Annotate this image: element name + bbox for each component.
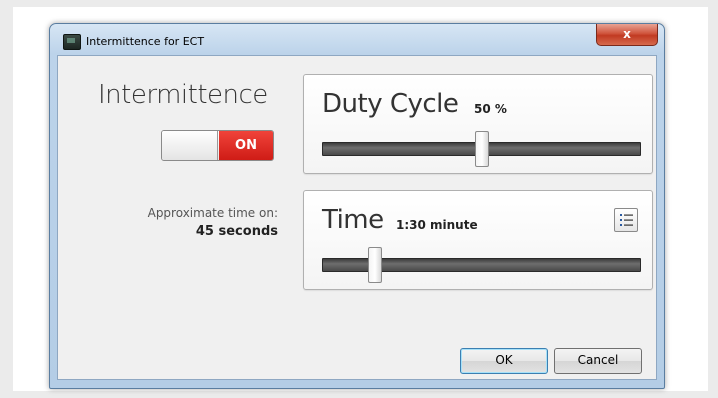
app-icon [63,34,81,50]
duty-cycle-title: Duty Cycle [322,89,459,119]
list-button[interactable] [614,208,638,232]
duty-cycle-value: 50 % [474,102,507,116]
title-bar: Intermittence for ECT x [50,24,664,54]
intermittence-label: Intermittence [98,80,268,110]
list-icon [620,214,633,226]
close-button[interactable]: x [596,24,658,46]
toggle-on-label: ON [219,131,273,160]
duty-cycle-slider-thumb[interactable] [474,131,489,167]
cancel-button[interactable]: Cancel [554,348,642,374]
close-icon: x [623,27,631,41]
time-panel: Time 1:30 minute [303,190,653,290]
time-value: 1:30 minute [396,218,478,232]
time-slider-thumb[interactable] [367,247,382,283]
time-title: Time [322,205,384,235]
dialog-window: Intermittence for ECT x Intermittence ON… [49,23,665,389]
approx-time-value: 45 seconds [195,224,278,239]
dialog-content: Intermittence ON Approximate time on: 45… [57,55,657,380]
duty-cycle-panel: Duty Cycle 50 % [303,74,653,174]
approx-time-label: Approximate time on: [147,206,278,220]
toggle-knob[interactable] [162,131,218,160]
intermittence-toggle[interactable]: ON [161,130,274,161]
ok-button[interactable]: OK [460,348,548,374]
window-title: Intermittence for ECT [86,35,205,48]
